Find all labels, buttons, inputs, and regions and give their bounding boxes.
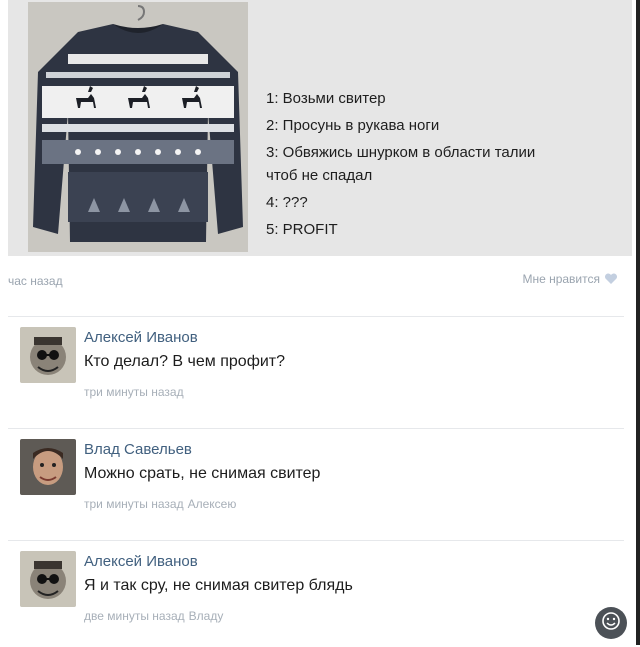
comment-text: Я и так сру, не снимая свитер блядь bbox=[84, 577, 353, 594]
comment-time[interactable]: три минуты назад bbox=[84, 385, 184, 399]
reply-to-link[interactable]: Владу bbox=[189, 609, 224, 623]
instructions-list: 1: Возьми свитер 2: Просунь в рукава ног… bbox=[266, 88, 632, 246]
like-label: Мне нравится bbox=[522, 272, 600, 286]
instruction-line: 4: ??? bbox=[266, 194, 308, 211]
heart-icon bbox=[604, 272, 618, 286]
comment-author[interactable]: Влад Савельев bbox=[84, 441, 192, 458]
comment-time[interactable]: две минуты назад bbox=[84, 609, 185, 623]
post-meta: час назад Мне нравится bbox=[8, 270, 618, 290]
emoji-button[interactable] bbox=[595, 607, 627, 639]
comment-meta: три минуты назад bbox=[84, 385, 184, 399]
avatar[interactable] bbox=[20, 439, 76, 495]
like-button[interactable]: Мне нравится bbox=[522, 272, 618, 286]
reply-to-link[interactable]: Алексею bbox=[188, 497, 237, 511]
comment-author[interactable]: Алексей Иванов bbox=[84, 329, 198, 346]
instruction-line: 5: PROFIT bbox=[266, 221, 338, 238]
post: 1: Возьми свитер 2: Просунь в рукава ног… bbox=[8, 0, 632, 300]
comment-item: Влад Савельев Можно срать, не снимая сви… bbox=[8, 428, 624, 535]
instruction-line: 1: Возьми свитер bbox=[266, 90, 386, 107]
comment-text: Можно срать, не снимая свитер bbox=[84, 465, 321, 482]
instruction-line: 2: Просунь в рукава ноги bbox=[266, 117, 440, 134]
comment-meta: две минуты назад Владу bbox=[84, 609, 223, 623]
window-edge bbox=[636, 0, 640, 645]
comment-text: Кто делал? В чем профит? bbox=[84, 353, 286, 370]
comment-time[interactable]: три минуты назад bbox=[84, 497, 184, 511]
instruction-line: чтоб не спадал bbox=[266, 167, 373, 184]
post-timestamp[interactable]: час назад bbox=[8, 274, 63, 288]
comment-item: Алексей Иванов Кто делал? В чем профит? … bbox=[8, 316, 624, 423]
avatar[interactable] bbox=[20, 551, 76, 607]
sweater-photo bbox=[28, 2, 248, 252]
instruction-line: 3: Обвяжись шнурком в области талии bbox=[266, 144, 536, 161]
comment-item: Алексей Иванов Я и так сру, не снимая св… bbox=[8, 540, 624, 647]
comment-author[interactable]: Алексей Иванов bbox=[84, 553, 198, 570]
comment-meta: три минуты назад Алексею bbox=[84, 497, 236, 511]
post-image: 1: Возьми свитер 2: Просунь в рукава ног… bbox=[8, 0, 632, 256]
emoji-icon bbox=[601, 611, 621, 636]
avatar[interactable] bbox=[20, 327, 76, 383]
